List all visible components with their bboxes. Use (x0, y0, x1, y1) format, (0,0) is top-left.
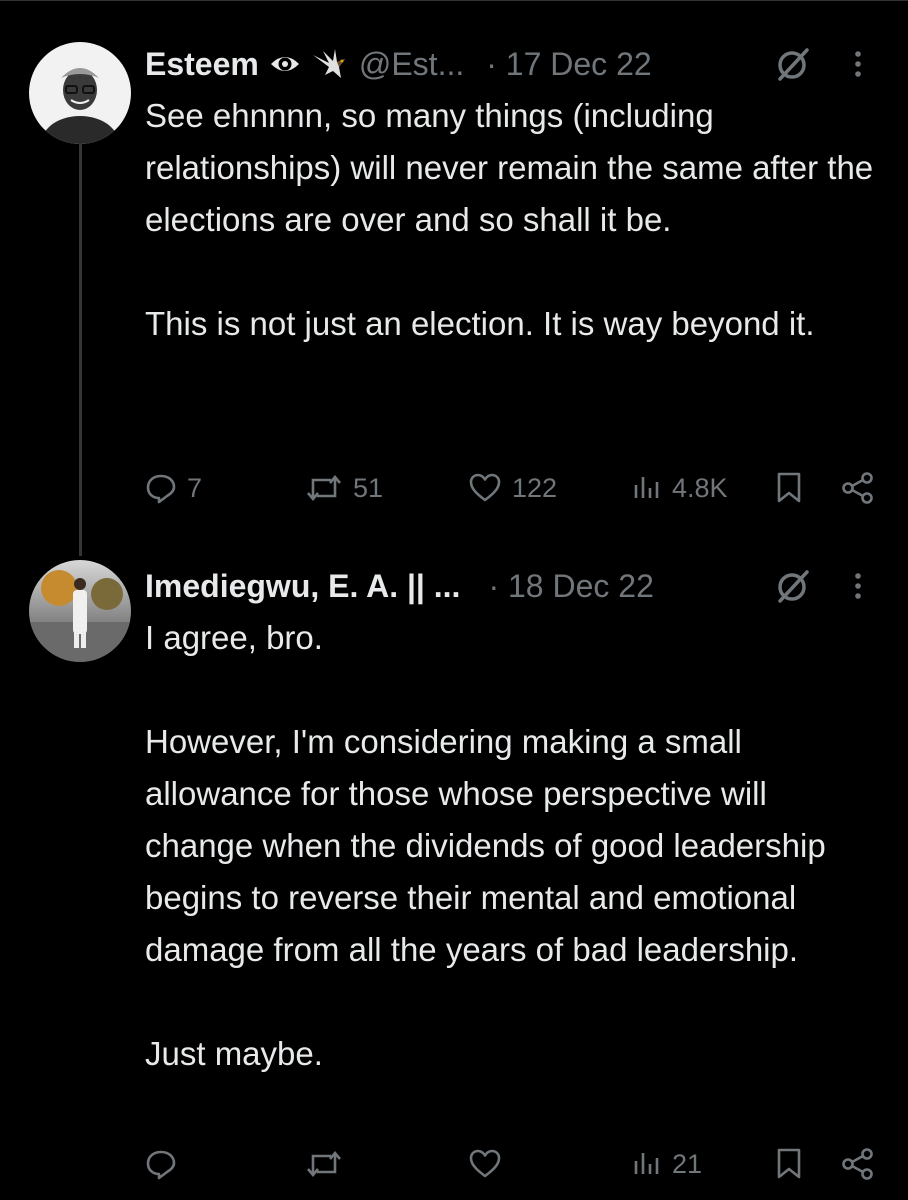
bookmark-icon (777, 472, 801, 503)
more-options-icon[interactable] (848, 46, 868, 82)
views-button[interactable]: 4.8K (632, 468, 728, 508)
views-button[interactable]: 21 (632, 1144, 702, 1184)
bookmark-button[interactable] (774, 1144, 804, 1184)
grok-icon[interactable] (775, 568, 811, 604)
avatar[interactable] (29, 42, 131, 144)
views-icon (634, 477, 659, 498)
top-divider (0, 0, 908, 1)
tweet-header: Esteem @Est... · 17 Dec 22 (145, 44, 885, 84)
views-icon (634, 1153, 659, 1174)
tweet-date[interactable]: · 18 Dec 22 (488, 568, 653, 605)
display-name[interactable]: Esteem (145, 46, 259, 83)
reply-count: 7 (187, 472, 203, 503)
grok-icon[interactable] (775, 46, 811, 82)
retweet-icon (307, 474, 341, 502)
eagle-icon (311, 47, 351, 81)
share-icon (842, 1148, 873, 1180)
retweet-button[interactable] (305, 1144, 353, 1184)
reply-icon (146, 1150, 176, 1180)
views-count: 4.8K (672, 472, 728, 503)
retweet-button[interactable]: 51 (305, 468, 383, 508)
retweet-count: 51 (353, 472, 384, 503)
share-icon (842, 472, 873, 504)
share-button[interactable] (841, 468, 875, 508)
heart-icon (469, 473, 501, 502)
bookmark-icon (777, 1148, 801, 1179)
display-name[interactable]: Imediegwu, E. A. || ... (145, 568, 460, 605)
more-options-icon[interactable] (848, 568, 868, 604)
bookmark-button[interactable] (774, 468, 804, 508)
eye-icon (269, 48, 301, 80)
reply-button[interactable] (145, 1144, 187, 1184)
tweet-actions: 7 51 122 4.8K (145, 468, 885, 508)
like-count: 122 (512, 472, 558, 503)
views-count: 21 (672, 1148, 703, 1179)
avatar[interactable] (29, 560, 131, 662)
user-handle[interactable]: @Est... (359, 46, 464, 83)
heart-icon (469, 1149, 501, 1178)
tweet-text: I agree, bro. However, I'm considering m… (145, 619, 826, 1072)
tweet-actions: 21 (145, 1144, 885, 1184)
tweet-text: See ehnnnn, so many things (including re… (145, 97, 874, 342)
share-button[interactable] (841, 1144, 875, 1184)
tweet-header: Imediegwu, E. A. || ... · 18 Dec 22 (145, 566, 885, 606)
like-button[interactable] (468, 1144, 512, 1184)
reply-button[interactable]: 7 (145, 468, 202, 508)
tweet-date[interactable]: · 17 Dec 22 (486, 46, 651, 83)
reply-icon (146, 474, 176, 504)
like-button[interactable]: 122 (468, 468, 557, 508)
retweet-icon (307, 1150, 341, 1178)
thread-connector-line (79, 132, 82, 556)
